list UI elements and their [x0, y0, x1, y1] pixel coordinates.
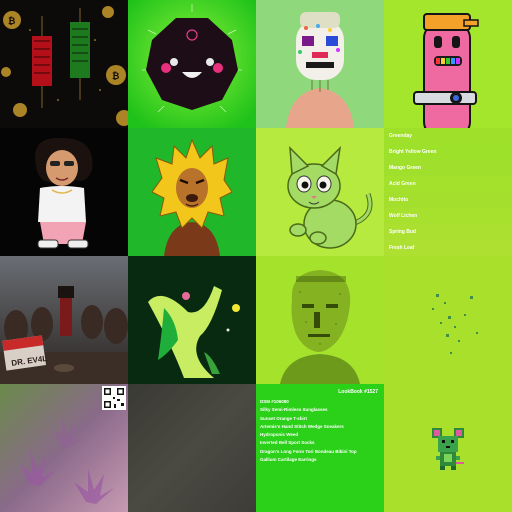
palette-swatch: Spring Bud	[384, 224, 512, 240]
green-cat-art	[256, 128, 384, 256]
octagon-smiley-art	[128, 0, 256, 128]
palette-color-name: Mango Green	[389, 165, 421, 171]
tile-scattered-dots[interactable]	[384, 256, 512, 384]
lookbook-item: Gallium Cartilage Earrings	[260, 457, 317, 463]
palette-color-name: Spring Bud	[389, 229, 416, 235]
palette-color-name: Fresh Leaf	[389, 245, 415, 251]
lookbook-title: LookBook #1527	[338, 389, 378, 395]
tile-octagon-smiley[interactable]	[128, 0, 256, 128]
nft-gallery-grid: ₿ ₿ Greenday Bright Yellow Green Mango G…	[0, 0, 512, 512]
qr-code-icon	[102, 386, 126, 410]
tile-lookbook[interactable]: LookBook #1527 DSM #106080 Silky Semi-Ri…	[256, 384, 384, 512]
lookbook-item: Hydroponic Weed	[260, 432, 299, 438]
svg-text:₿: ₿	[112, 71, 119, 81]
tile-dark-gradient[interactable]	[128, 384, 256, 512]
tile-color-palette[interactable]: Greenday Bright Yellow Green Mango Green…	[384, 128, 512, 256]
lookbook-item: Sunset Orange T-shirt	[260, 415, 308, 421]
tile-pink-character[interactable]	[384, 0, 512, 128]
lion-art	[128, 128, 256, 256]
dark-gradient-art	[128, 384, 256, 512]
palette-color-name: Wolf Lichen	[389, 213, 418, 219]
palette-swatch: Bright Yellow Green	[384, 144, 512, 160]
lookbook-items: DSM #106080 Silky Semi-Rimless Sunglasse…	[260, 398, 357, 464]
palette-color-name: Mochito	[389, 197, 409, 203]
tile-skull-portrait[interactable]	[256, 0, 384, 128]
palette-color-name: Acid Green	[389, 181, 416, 187]
palette-list: Greenday Bright Yellow Green Mango Green…	[384, 128, 512, 256]
scattered-dots-art	[384, 256, 512, 384]
tile-leaves-qr[interactable]	[0, 384, 128, 512]
lookbook-item: Silky Semi-Rimless Sunglasses	[260, 407, 328, 413]
leaves-qr-art	[0, 384, 128, 512]
tile-cartoon-woman[interactable]	[0, 128, 128, 256]
tile-dr-evil-scene[interactable]: DR. EV4L	[0, 256, 128, 384]
palette-swatch: Wolf Lichen	[384, 208, 512, 224]
tile-lion[interactable]	[128, 128, 256, 256]
palette-swatch: Acid Green	[384, 176, 512, 192]
palette-color-name: Greenday	[389, 133, 413, 139]
palette-swatch: Mango Green	[384, 160, 512, 176]
halftone-portrait-art	[256, 256, 384, 384]
pixel-mouse-art	[384, 384, 512, 512]
lookbook-item: Artemis's Hand Stitch Wedge Sneakers	[260, 423, 344, 429]
abstract-shapes-art	[128, 256, 256, 384]
pink-character-art	[384, 0, 512, 128]
svg-text:₿: ₿	[8, 16, 15, 26]
palette-swatch: Greenday	[384, 128, 512, 144]
lookbook-item: Inverted Bell Sport Socks	[260, 440, 315, 446]
lookbook-item: Dragon's Long Form Tori Bondeau Bikini T…	[260, 448, 357, 454]
cartoon-woman-art	[0, 128, 128, 256]
lookbook-item: DSM #106080	[260, 399, 289, 404]
tile-bitcoin-candles[interactable]: ₿ ₿	[0, 0, 128, 128]
tile-pixel-mouse[interactable]	[384, 384, 512, 512]
dr-evil-scene-art: DR. EV4L	[0, 256, 128, 384]
tile-green-cat[interactable]	[256, 128, 384, 256]
skull-portrait-art	[256, 0, 384, 128]
palette-swatch: Fresh Leaf	[384, 240, 512, 256]
tile-abstract-shapes[interactable]	[128, 256, 256, 384]
tile-halftone-portrait[interactable]	[256, 256, 384, 384]
palette-swatch: Mochito	[384, 192, 512, 208]
bitcoin-candles-art: ₿₿	[0, 0, 128, 128]
palette-color-name: Bright Yellow Green	[389, 149, 437, 155]
